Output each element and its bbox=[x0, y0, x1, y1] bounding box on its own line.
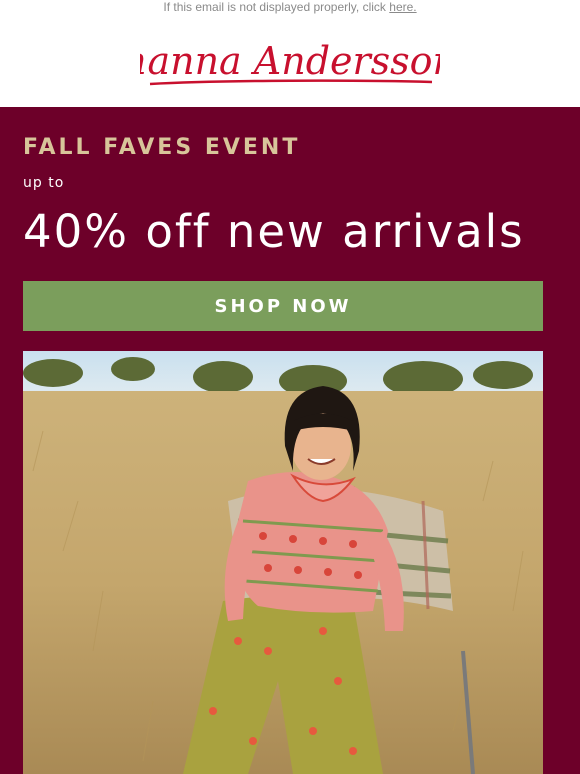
header: hanna Andersson bbox=[0, 17, 580, 107]
shop-now-button[interactable]: SHOP NOW bbox=[23, 281, 543, 331]
event-title: FALL FAVES EVENT bbox=[23, 135, 301, 160]
brand-logo[interactable]: hanna Andersson bbox=[140, 34, 440, 90]
preheader-text: If this email is not displayed properly,… bbox=[163, 0, 386, 14]
brand-logo-text: hanna Andersson bbox=[140, 39, 440, 83]
discount-prefix: up to bbox=[23, 175, 65, 191]
hero-banner: FALL FAVES EVENT up to 40% off new arriv… bbox=[0, 107, 580, 774]
headline: 40% off new arrivals bbox=[23, 205, 525, 258]
view-in-browser-link[interactable]: here. bbox=[389, 0, 416, 14]
hero-photo[interactable] bbox=[23, 351, 543, 774]
preheader: If this email is not displayed properly,… bbox=[0, 0, 580, 17]
